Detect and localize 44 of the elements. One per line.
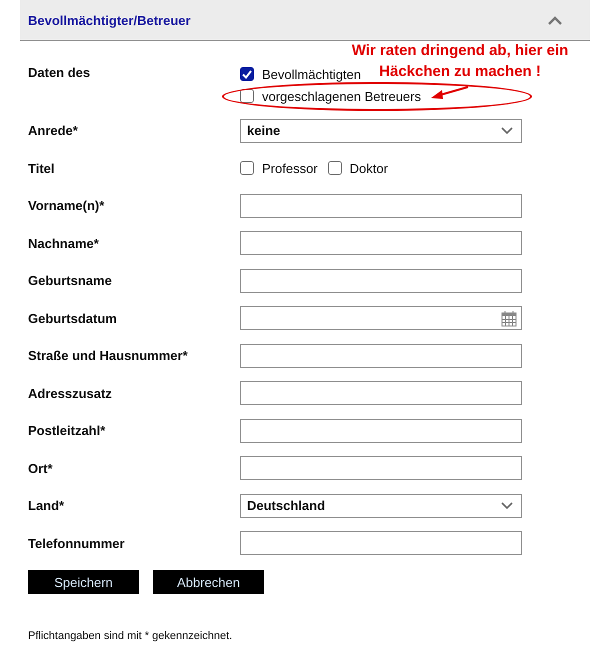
checkbox[interactable]	[240, 161, 254, 176]
section-header[interactable]: Bevollmächtigter/Betreuer	[20, 0, 590, 41]
checkbox[interactable]	[240, 67, 254, 81]
cancel-button[interactable]: Abbrechen	[153, 570, 264, 594]
save-button[interactable]: Speichern	[28, 570, 139, 594]
annotation-arrow	[430, 84, 470, 102]
input-field[interactable]	[240, 456, 522, 480]
input-field[interactable]	[240, 418, 522, 443]
field-label: Postleitzahl*	[28, 423, 106, 438]
chevron-down-icon	[501, 126, 513, 135]
input-field[interactable]	[240, 531, 522, 556]
footnote: Pflichtangaben sind mit * gekennzeichnet.	[28, 630, 234, 642]
annotation-text: Häckchen zu machen !	[379, 62, 541, 82]
field-label: Adresszusatz	[28, 386, 113, 401]
input-field[interactable]	[240, 194, 522, 218]
checkbox[interactable]	[328, 161, 342, 176]
field-label: Daten des	[28, 65, 92, 80]
select-field[interactable]: keine	[240, 118, 522, 143]
input-field[interactable]	[240, 231, 522, 256]
option-label: vorgeschlagenen Betreuers	[262, 88, 421, 104]
date-field[interactable]	[240, 306, 522, 330]
annotation-text: Wir raten dringend ab, hier ein	[352, 41, 568, 61]
field-label: Land*	[28, 498, 66, 514]
field-label: Straße und Hausnummer*	[28, 348, 189, 364]
section-title: Bevollmächtigter/Betreuer	[28, 12, 191, 28]
checkbox[interactable]	[240, 89, 254, 103]
chevron-up-icon	[548, 16, 562, 24]
field-label: Anrede*	[28, 123, 79, 138]
input-field[interactable]	[240, 268, 522, 293]
option-label: Bevollmächtigten	[262, 66, 361, 82]
field-label: Geburtsname	[28, 273, 113, 288]
field-label: Telefonnummer	[28, 536, 126, 551]
option-label: Professor	[262, 160, 318, 176]
option-label: Doktor	[350, 160, 388, 176]
field-label: Vorname(n)*	[28, 198, 106, 214]
input-field[interactable]	[240, 381, 522, 406]
chevron-down-icon	[501, 502, 513, 510]
calendar-icon[interactable]	[501, 310, 517, 327]
select-field[interactable]: Deutschland	[240, 494, 522, 518]
field-label: Geburtsdatum	[28, 310, 118, 326]
input-field[interactable]	[240, 344, 522, 368]
field-label: Nachname*	[28, 236, 100, 251]
field-label: Titel	[28, 160, 56, 176]
field-label: Ort*	[28, 460, 54, 476]
